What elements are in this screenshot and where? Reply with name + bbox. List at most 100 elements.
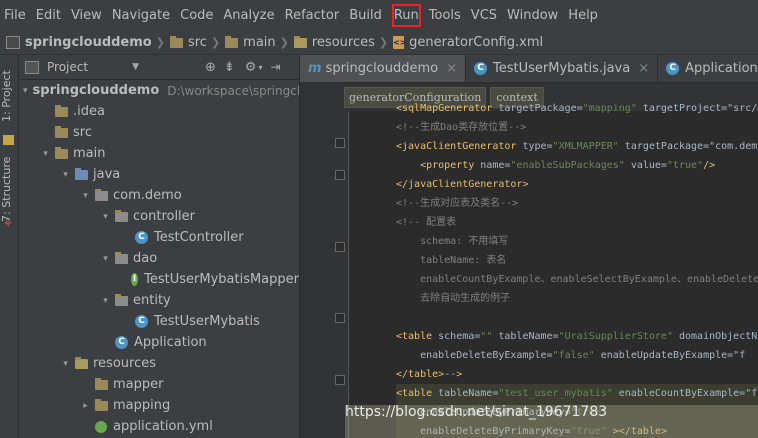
tree-item[interactable]: ▾ resources [19,353,299,374]
class-icon: C [666,62,680,75]
tree-item[interactable]: ▾ main [19,143,299,164]
fold-marker-icon[interactable] [335,138,345,148]
resources-folder-icon [293,35,307,48]
fold-marker-icon[interactable] [335,313,345,323]
breadcrumb-label: springclouddemo [25,35,152,50]
collapse-arrow-icon[interactable]: ▾ [101,296,110,306]
menu-window[interactable]: Window [503,0,564,31]
tree-item[interactable]: application.yml [19,416,299,437]
menu-help[interactable]: Help [564,0,604,31]
tree-item-label: com.demo [113,188,182,203]
menu-file[interactable]: File [0,0,32,31]
expand-arrow-icon[interactable]: ▸ [81,401,90,411]
code-line: <table schema="" tableName="UraiSupplier… [396,331,758,342]
tree-item-label: Application [134,335,207,350]
menu-edit[interactable]: Edit [32,0,67,31]
menu-vcs[interactable]: VCS [467,0,503,31]
tree-item[interactable]: ▸ mapping [19,395,299,416]
breadcrumb-resources[interactable]: resources ❯ [293,35,393,50]
tree-item[interactable]: C TestController [19,227,299,248]
tree-item[interactable]: ▾ java [19,164,299,185]
close-icon[interactable]: × [638,61,649,76]
code-line: <!--生成Dao类存放位置--> [396,122,527,133]
collapse-arrow-icon[interactable]: ▾ [101,212,110,222]
tree-item-label: springclouddemo [32,83,160,98]
tree-item[interactable]: ▾ dao [19,248,299,269]
tree-item-label: TestUserMybatisMapper [144,272,299,287]
settings-dropdown-icon[interactable]: ▾ [258,63,262,72]
close-icon[interactable]: × [446,61,457,76]
breadcrumb-label: resources [311,35,375,50]
hide-panel-icon[interactable]: ⇥ [270,60,280,74]
folder-icon [55,146,68,159]
chevron-right-icon: ❯ [378,36,389,49]
code-line: 去除自动生成的例子 [396,293,511,304]
collapse-all-icon[interactable]: ⇟ [224,60,235,75]
resources-folder-icon [75,356,88,369]
tab-springclouddemo[interactable]: m springclouddemo × [300,55,466,82]
tab-application-java[interactable]: C Application.java [658,55,758,82]
tree-item-label: entity [133,293,171,308]
folder-icon [95,398,108,411]
fold-marker-icon[interactable] [335,170,345,180]
tree-item[interactable]: ▾ entity [19,290,299,311]
tree-item-label: TestUserMybatis [154,314,260,329]
chevron-right-icon: ❯ [210,36,221,49]
tool-tab-label: 7: Structure [0,156,13,222]
menu-refactor[interactable]: Refactor [281,0,346,31]
tree-item[interactable]: I TestUserMybatisMapper [19,269,299,290]
fold-marker-icon[interactable] [335,375,345,385]
tree-item[interactable]: ▾ com.demo [19,185,299,206]
code-line: </table>--> [396,369,463,380]
tree-item[interactable]: mapper [19,374,299,395]
tab-label: springclouddemo [325,61,439,76]
tree-item[interactable]: ▾ controller [19,206,299,227]
collapse-arrow-icon[interactable]: ▾ [101,254,110,264]
breadcrumb-project[interactable]: springclouddemo ❯ [6,35,170,50]
tab-label: TestUserMybatis.java [493,61,631,76]
code-editor[interactable]: generatorConfiguration context <sqlMapGe… [300,83,758,438]
menu-run[interactable]: Run [388,0,425,31]
tree-item[interactable]: .idea [19,101,299,122]
collapse-arrow-icon[interactable]: ▾ [61,359,70,369]
breadcrumb-src[interactable]: src ❯ [169,35,225,50]
menu-code[interactable]: Code [176,0,219,31]
collapse-arrow-icon[interactable]: ▾ [61,170,70,180]
collapse-arrow-icon[interactable]: ▾ [81,191,90,201]
fold-marker-icon[interactable] [335,242,345,252]
tree-item[interactable]: C TestUserMybatis [19,311,299,332]
menu-build[interactable]: Build [345,0,388,31]
watermark-text: https://blog.csdn.net/sinat_19671783 [345,404,608,420]
tree-item[interactable]: C Application [19,332,299,353]
tree-item[interactable]: ▾ springclouddemo D:\workspace\springcloud… [19,80,299,101]
tree-item-label: resources [93,356,157,371]
tree-item-label: main [73,146,106,161]
code-line: enableDeleteByExample="false" enableUpda… [396,350,746,361]
menu-analyze[interactable]: Analyze [219,0,280,31]
dropdown-arrow-icon[interactable]: ▼ [132,62,139,72]
breadcrumb-file[interactable]: <> generatorConfig.xml [393,35,543,50]
menu-navigate[interactable]: Navigate [108,0,176,31]
breadcrumb-main[interactable]: main ❯ [225,35,294,50]
project-panel: Project ▼ ⊕ ⇟ ⚙ ▾ ⇥ ▾ springclouddemo D:\w… [19,55,300,438]
collapse-arrow-icon[interactable]: ▾ [41,149,50,159]
source-folder-icon [75,167,88,180]
code-line: enableCountByExample、enableSelectByExamp… [396,274,758,285]
gear-icon[interactable]: ⚙ [245,60,257,75]
folder-icon [169,35,183,48]
code-line: <table tableName="test_user_mybatis" ena… [396,384,758,403]
package-icon [115,251,128,264]
project-view-selector[interactable]: Project [47,60,88,74]
tree-item[interactable]: src [19,122,299,143]
menu-view[interactable]: View [67,0,108,31]
code-content[interactable]: <sqlMapGenerator targetPackage="mapping"… [396,103,758,438]
locate-icon[interactable]: ⊕ [205,60,216,75]
project-icon [6,36,20,49]
code-line: <!--生成对应表及类名--> [396,198,519,209]
menu-tools[interactable]: Tools [425,0,467,31]
tab-project-tool[interactable]: 1: Project [0,61,18,131]
collapse-arrow-icon[interactable]: ▾ [23,86,28,96]
folder-icon [95,377,108,390]
tab-testusermybatis-java[interactable]: C TestUserMybatis.java × [466,55,659,82]
